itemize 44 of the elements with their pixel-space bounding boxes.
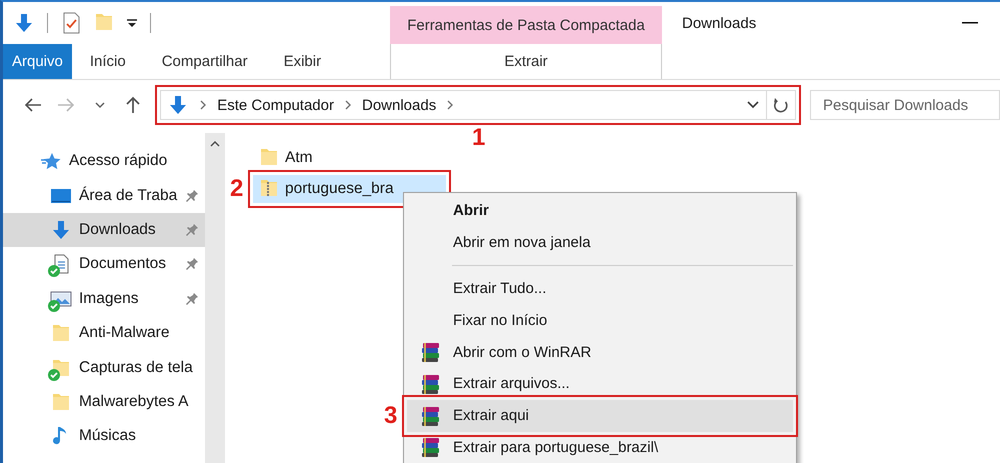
menu-item[interactable]: Extrair Tudo... xyxy=(407,272,793,304)
search-field[interactable]: Pesquisar Downloads xyxy=(810,90,1000,120)
book-stack-icon xyxy=(420,372,440,395)
minimize-icon[interactable] xyxy=(962,21,978,25)
annotation-number: 1 xyxy=(472,126,486,150)
file-item[interactable]: Atm xyxy=(253,144,446,172)
window-title: Downloads xyxy=(682,14,756,32)
annotation-number: 3 xyxy=(384,404,398,428)
menu-item[interactable]: Extrair aqui xyxy=(407,400,793,432)
scrollbar[interactable] xyxy=(205,133,225,463)
book-stack-icon xyxy=(420,341,440,364)
download-arrow-icon[interactable] xyxy=(13,12,35,34)
chevron-right-icon xyxy=(344,100,352,110)
ribbon-tab[interactable]: Compartilhar xyxy=(144,44,266,79)
nav-item[interactable]: Anti-Malware xyxy=(3,316,205,350)
ribbon-tab[interactable]: Exibir xyxy=(266,44,340,79)
book-stack-icon xyxy=(420,436,440,458)
nav-item[interactable]: Imagens xyxy=(3,282,205,316)
menu-item[interactable]: Extrair para portuguese_brazil\ xyxy=(407,432,793,463)
file-menu-button[interactable]: Arquivo xyxy=(3,44,72,79)
ribbon-tab[interactable]: Início xyxy=(72,44,144,79)
chevron-right-icon xyxy=(199,100,208,110)
breadcrumb[interactable]: Downloads xyxy=(362,96,436,114)
nav-item[interactable]: Downloads xyxy=(3,212,205,248)
chevron-right-icon xyxy=(446,100,454,110)
download-arrow-icon xyxy=(50,218,72,241)
ribbon-tab[interactable]: Extrair xyxy=(391,44,661,79)
book-stack-icon xyxy=(420,404,440,427)
nav-item[interactable]: Área de Traba xyxy=(3,178,205,213)
star-icon xyxy=(41,151,61,172)
nav-item[interactable]: Capturas de tela xyxy=(3,350,205,385)
menu-item[interactable]: Fixar no Início xyxy=(407,304,793,336)
nav-item[interactable]: Malwarebytes A xyxy=(3,384,205,420)
scroll-up-icon[interactable] xyxy=(210,141,220,147)
nav-item[interactable]: Acesso rápido xyxy=(3,144,205,178)
menu-item[interactable]: Extrair arquivos... xyxy=(407,368,793,400)
breadcrumb[interactable]: Este Computador xyxy=(217,96,334,114)
contextual-tab-header: Ferramentas de Pasta Compactada xyxy=(390,6,662,44)
nav-item[interactable]: Músicas xyxy=(3,419,205,454)
nav-item[interactable]: Documentos xyxy=(3,247,205,282)
file-item[interactable]: portuguese_bra xyxy=(253,175,446,203)
menu-item[interactable]: Abrir em nova janela xyxy=(407,226,793,259)
annotation-number: 2 xyxy=(230,177,244,201)
menu-item[interactable]: Abrir com o WinRAR xyxy=(407,336,793,368)
